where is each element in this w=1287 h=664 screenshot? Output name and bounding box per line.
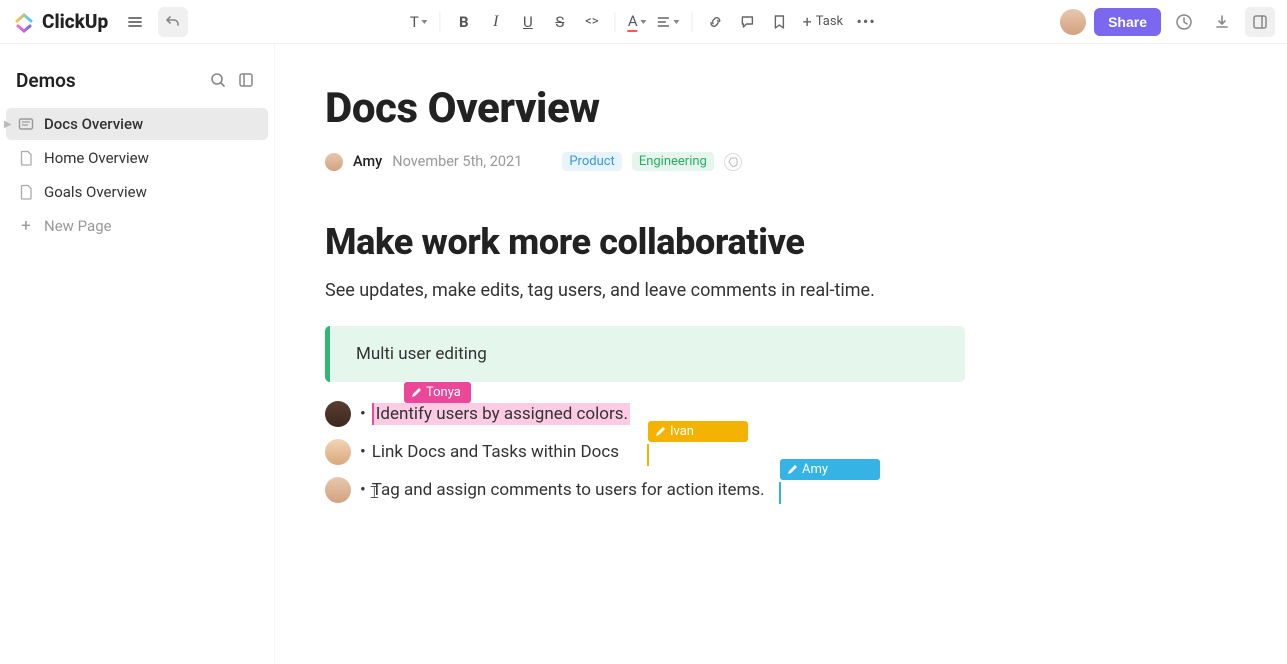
chevron-right-icon: ▶ — [4, 119, 12, 130]
underline-button[interactable]: U — [513, 7, 543, 37]
code-button[interactable]: <> — [577, 7, 607, 37]
sidebar-item-label: Docs Overview — [44, 115, 143, 133]
sidebar-item-home-overview[interactable]: Home Overview — [6, 142, 268, 174]
pencil-icon — [786, 464, 798, 476]
text-color-dropdown[interactable]: A — [624, 7, 651, 37]
callout-text: Multi user editing — [356, 344, 487, 364]
cursor-label-ivan: Ivan — [648, 421, 748, 442]
tag-engineering[interactable]: Engineering — [632, 152, 714, 171]
strikethrough-button[interactable]: S — [545, 7, 575, 37]
callout-block[interactable]: Multi user editing — [325, 326, 965, 382]
sidebar-title: Demos — [16, 69, 76, 92]
main-content: Docs Overview Amy November 5th, 2021 Pro… — [275, 44, 1287, 664]
bullet-text: Link Docs and Tasks within Docs — [372, 442, 619, 462]
doc-meta: Amy November 5th, 2021 Product Engineeri… — [325, 152, 1065, 171]
collaborator-avatar — [325, 477, 351, 503]
doc-landscape-icon — [18, 116, 34, 132]
sidebar-item-label: Home Overview — [44, 149, 149, 167]
bullet-text: Identify users by assigned colors. — [372, 403, 630, 425]
paragraph[interactable]: See updates, make edits, tag users, and … — [325, 277, 1065, 304]
list-item[interactable]: Amy 𝙸 •Tag and assign comments to users … — [360, 480, 1065, 500]
tag-product[interactable]: Product — [562, 152, 621, 171]
align-dropdown[interactable] — [653, 7, 684, 37]
clickup-logo-icon — [12, 10, 36, 34]
collaborator-avatar — [325, 401, 351, 427]
sidebar-item-goals-overview[interactable]: Goals Overview — [6, 176, 268, 208]
bold-button[interactable]: B — [449, 7, 479, 37]
list-item[interactable]: Ivan •Link Docs and Tasks within Docs — [360, 442, 1065, 462]
author-avatar[interactable] — [325, 153, 343, 171]
doc-date: November 5th, 2021 — [392, 153, 522, 170]
search-icon[interactable] — [206, 68, 230, 92]
history-icon[interactable] — [1169, 7, 1199, 37]
logo-text: ClickUp — [42, 10, 108, 33]
cursor-label-amy: Amy — [780, 459, 880, 480]
doc-title[interactable]: Docs Overview — [325, 84, 1065, 134]
text-cursor-icon: 𝙸 — [368, 482, 381, 503]
text-style-dropdown[interactable]: T — [406, 7, 432, 37]
bookmark-button[interactable] — [765, 7, 795, 37]
collaborator-avatar — [325, 439, 351, 465]
heading[interactable]: Make work more collaborative — [325, 221, 1065, 263]
pencil-icon — [654, 426, 666, 438]
share-button[interactable]: Share — [1094, 8, 1161, 36]
menu-icon[interactable] — [120, 7, 150, 37]
doc-icon — [18, 184, 34, 200]
bullet-text: Tag and assign comments to users for act… — [372, 480, 765, 500]
cursor-label-tonya: Tonya — [404, 382, 471, 403]
download-icon[interactable] — [1207, 7, 1237, 37]
sidebar-new-page[interactable]: + New Page — [6, 210, 268, 242]
add-task-button[interactable]: +Task — [797, 7, 850, 37]
sidebar-item-docs-overview[interactable]: ▶ Docs Overview — [6, 108, 268, 140]
logo[interactable]: ClickUp — [12, 10, 108, 34]
cursor-indicator — [779, 482, 781, 504]
cursor-indicator — [647, 444, 649, 466]
italic-button[interactable]: I — [481, 7, 511, 37]
author-name[interactable]: Amy — [353, 153, 382, 170]
undo-button[interactable] — [158, 7, 188, 37]
collapse-sidebar-icon[interactable] — [234, 68, 258, 92]
link-button[interactable] — [701, 7, 731, 37]
doc-icon — [18, 150, 34, 166]
sidebar-item-label: Goals Overview — [44, 183, 147, 201]
sidebar: Demos ▶ Docs Overview Home Overview Goal… — [0, 44, 275, 664]
user-avatar[interactable] — [1060, 9, 1086, 35]
panel-toggle-icon[interactable] — [1245, 7, 1275, 37]
add-tag-button[interactable] — [724, 153, 742, 171]
plus-icon: + — [18, 218, 34, 235]
comment-button[interactable] — [733, 7, 763, 37]
pencil-icon — [410, 387, 422, 399]
more-options-button[interactable]: ••• — [851, 7, 881, 37]
sidebar-item-label: New Page — [44, 217, 112, 235]
